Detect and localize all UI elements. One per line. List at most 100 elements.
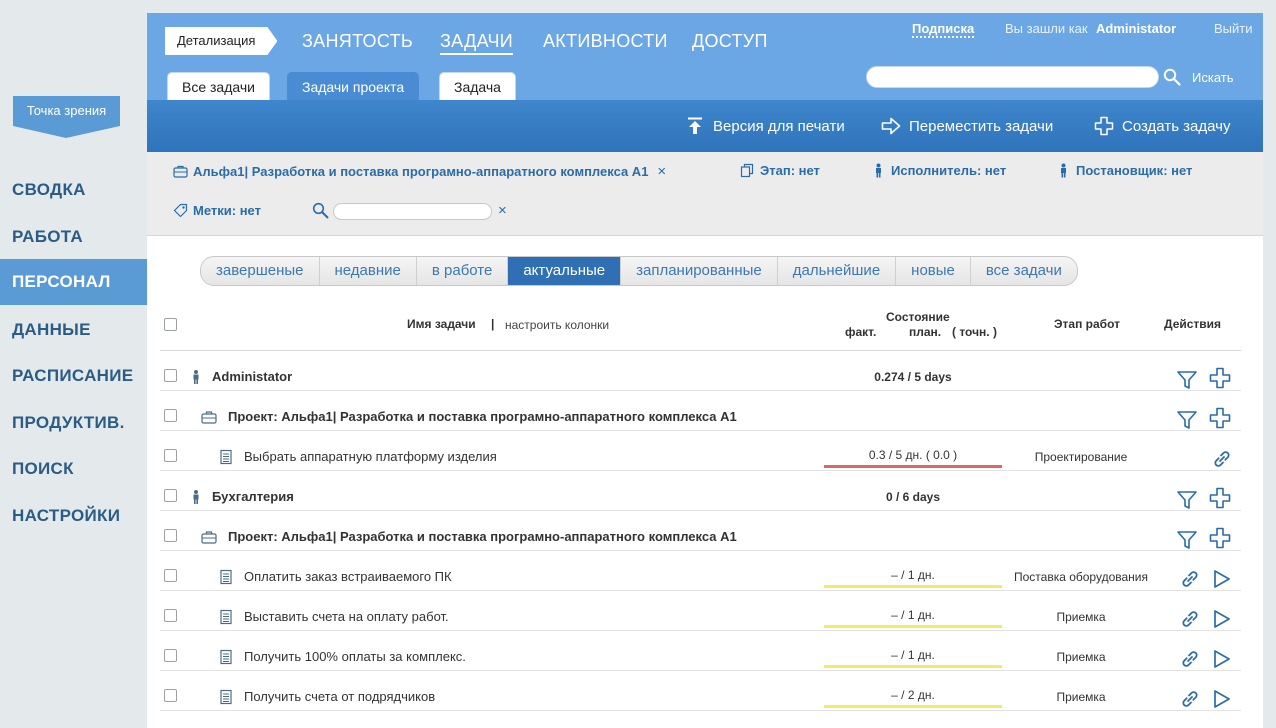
plus-icon <box>1094 116 1114 136</box>
sidebar-item-productivity[interactable]: ПРОДУКТИВ. <box>0 400 147 446</box>
sidebar-item-schedule[interactable]: РАСПИСАНИЕ <box>0 353 147 399</box>
add-icon[interactable] <box>1209 527 1231 549</box>
nav-access[interactable]: ДОСТУП <box>692 31 768 52</box>
sidebar-item-personnel[interactable]: ПЕРСОНАЛ <box>0 259 147 305</box>
play-icon[interactable] <box>1210 568 1232 590</box>
task-title[interactable]: Выбрать аппаратную платформу изделия <box>244 449 497 464</box>
table-row: Проект: Альфа1| Разработка и поставка пр… <box>160 391 1241 431</box>
search-icon[interactable] <box>312 202 329 219</box>
link-icon[interactable] <box>1179 688 1201 710</box>
table-row: Выставить счета на оплату работ. – / 1 дн… <box>160 591 1241 631</box>
task-state: – / 1 дн. <box>891 568 935 582</box>
row-checkbox[interactable] <box>164 609 177 622</box>
briefcase-icon <box>173 165 188 178</box>
sidebar-item-settings[interactable]: НАСТРОЙКИ <box>0 493 147 539</box>
play-icon[interactable] <box>1210 608 1232 630</box>
move-tasks-button[interactable]: Переместить задачи <box>881 116 1053 136</box>
select-all-checkbox[interactable] <box>164 318 177 331</box>
filter-project-label: Альфа1| Разработка и поставка програмно-… <box>193 164 649 179</box>
filter-icon[interactable] <box>1176 529 1198 551</box>
link-icon[interactable] <box>1179 608 1201 630</box>
sidebar-item-work[interactable]: РАБОТА <box>0 214 147 260</box>
configure-columns-link[interactable]: настроить колонки <box>505 318 609 332</box>
copy-icon <box>740 163 754 178</box>
add-icon[interactable] <box>1209 407 1231 429</box>
filter-icon[interactable] <box>1176 409 1198 431</box>
nav-tasks[interactable]: ЗАДАЧИ <box>440 31 514 55</box>
subscription-link[interactable]: Подписка <box>912 21 975 38</box>
viewpoint-selector[interactable]: Точка зрения <box>13 96 120 140</box>
task-title[interactable]: Оплатить заказ встраиваемого ПК <box>244 569 452 584</box>
logout-link[interactable]: Выйти <box>1214 21 1253 36</box>
tab-project-tasks[interactable]: Задачи проекта <box>287 72 420 100</box>
search-icon[interactable] <box>1163 68 1181 86</box>
create-task-label: Создать задачу <box>1122 117 1231 135</box>
filter-icon[interactable] <box>1176 369 1198 391</box>
nav-occupancy[interactable]: ЗАНЯТОСТЬ <box>302 31 413 52</box>
filter-stage[interactable]: Этап: нет <box>740 163 820 178</box>
filter-search-input[interactable] <box>333 203 492 220</box>
header-separator: | <box>491 317 495 331</box>
task-title[interactable]: Выставить счета на оплату работ. <box>244 609 449 624</box>
print-version-label: Версия для печати <box>713 117 845 135</box>
row-checkbox[interactable] <box>164 489 177 502</box>
row-checkbox[interactable] <box>164 449 177 462</box>
add-icon[interactable] <box>1209 367 1231 389</box>
filter-creator-label: Постановщик: нет <box>1076 163 1193 178</box>
play-icon[interactable] <box>1210 688 1232 710</box>
create-task-button[interactable]: Создать задачу <box>1094 116 1230 136</box>
task-title[interactable]: Получить счета от подрядчиков <box>244 689 435 704</box>
segment-further[interactable]: дальнейшие <box>778 257 897 285</box>
segment-recent[interactable]: недавние <box>320 257 417 285</box>
link-icon[interactable] <box>1179 568 1201 590</box>
upload-icon <box>688 117 702 134</box>
row-checkbox[interactable] <box>164 529 177 542</box>
task-state-bar <box>824 665 1002 668</box>
link-icon[interactable] <box>1211 448 1233 470</box>
add-icon[interactable] <box>1209 487 1231 509</box>
tab-task[interactable]: Задача <box>439 72 516 100</box>
detail-button[interactable]: Детализация <box>165 27 277 55</box>
filter-stage-label: Этап: нет <box>760 163 820 178</box>
segment-actual[interactable]: актуальные <box>508 257 622 285</box>
filter-creator[interactable]: Постановщик: нет <box>1056 163 1192 178</box>
task-title[interactable]: Получить 100% оплаты за комплекс. <box>244 649 466 664</box>
task-stage: Приемка <box>1056 610 1106 624</box>
sidebar-item-search[interactable]: ПОИСК <box>0 446 147 492</box>
filter-project[interactable]: Альфа1| Разработка и поставка програмно-… <box>173 163 666 180</box>
person-icon <box>193 370 199 384</box>
viewpoint-arrow <box>13 126 120 138</box>
header-task-name: Имя задачи <box>407 317 476 331</box>
header-stage: Этап работ <box>1054 317 1120 331</box>
briefcase-icon <box>201 411 217 424</box>
segment-new[interactable]: новые <box>896 257 971 285</box>
segment-in-progress[interactable]: в работе <box>417 257 509 285</box>
filter-tags[interactable]: Метки: нет <box>173 203 261 218</box>
row-checkbox[interactable] <box>164 649 177 662</box>
play-icon[interactable] <box>1210 648 1232 670</box>
search-button[interactable]: Искать <box>1192 70 1234 85</box>
tab-all-tasks[interactable]: Все задачи <box>167 72 270 100</box>
task-status-segments: завершеные недавние в работе актуальные … <box>200 256 1078 286</box>
filter-project-clear[interactable]: × <box>657 163 666 180</box>
filter-icon[interactable] <box>1176 489 1198 511</box>
sidebar-item-data[interactable]: ДАННЫЕ <box>0 307 147 353</box>
filter-executor[interactable]: Исполнитель: нет <box>871 163 1006 178</box>
row-checkbox[interactable] <box>164 569 177 582</box>
person-icon <box>876 163 881 178</box>
filter-search-clear[interactable]: × <box>498 202 507 219</box>
row-checkbox[interactable] <box>164 689 177 702</box>
table-header: Имя задачи | настроить колонки Состояние… <box>160 300 1241 351</box>
document-icon <box>220 569 232 585</box>
person-icon <box>1061 163 1066 178</box>
segment-finished[interactable]: завершеные <box>201 257 320 285</box>
sidebar-item-summary[interactable]: СВОДКА <box>0 167 147 213</box>
print-version-button[interactable]: Версия для печати <box>685 116 845 136</box>
row-checkbox[interactable] <box>164 409 177 422</box>
segment-planned[interactable]: запланированные <box>621 257 778 285</box>
segment-all-tasks[interactable]: все задачи <box>971 257 1077 285</box>
search-input[interactable] <box>866 66 1159 88</box>
link-icon[interactable] <box>1179 648 1201 670</box>
nav-activities[interactable]: АКТИВНОСТИ <box>543 31 668 52</box>
row-checkbox[interactable] <box>164 369 177 382</box>
